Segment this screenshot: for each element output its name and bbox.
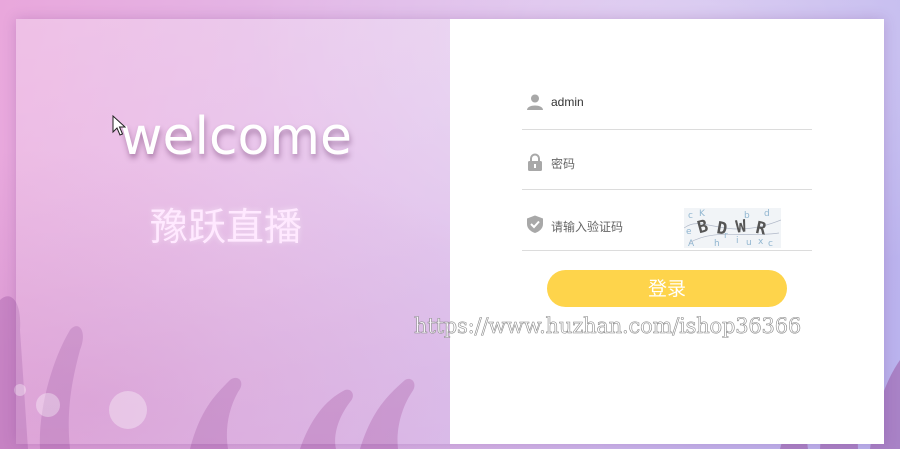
svg-text:u: u xyxy=(746,238,752,248)
lock-icon xyxy=(528,153,542,171)
welcome-heading: welcome xyxy=(120,107,353,167)
username-input-value[interactable]: admin xyxy=(551,95,584,109)
watermark-url: https://www.huzhan.com/ishop36366 xyxy=(414,314,802,339)
captcha-char-1: B xyxy=(695,216,710,238)
captcha-input-placeholder[interactable]: 请输入验证码 xyxy=(551,218,623,235)
mouse-cursor-icon xyxy=(112,115,126,136)
captcha-char-4: R xyxy=(754,218,769,240)
password-field[interactable]: 密码 xyxy=(522,129,812,190)
svg-text:e: e xyxy=(686,227,692,237)
captcha-image[interactable]: cKb dei uxc Ahr B D W R xyxy=(684,208,781,248)
password-input-placeholder[interactable]: 密码 xyxy=(551,155,575,172)
username-field[interactable]: admin xyxy=(522,69,812,130)
svg-text:c: c xyxy=(768,239,773,248)
svg-text:c: c xyxy=(688,211,693,221)
user-icon xyxy=(527,94,543,110)
login-button[interactable]: 登录 xyxy=(547,270,787,307)
svg-text:h: h xyxy=(714,239,720,248)
shield-check-icon xyxy=(527,215,543,233)
svg-text:d: d xyxy=(764,209,770,219)
brand-name: 豫跃直播 xyxy=(150,205,303,249)
